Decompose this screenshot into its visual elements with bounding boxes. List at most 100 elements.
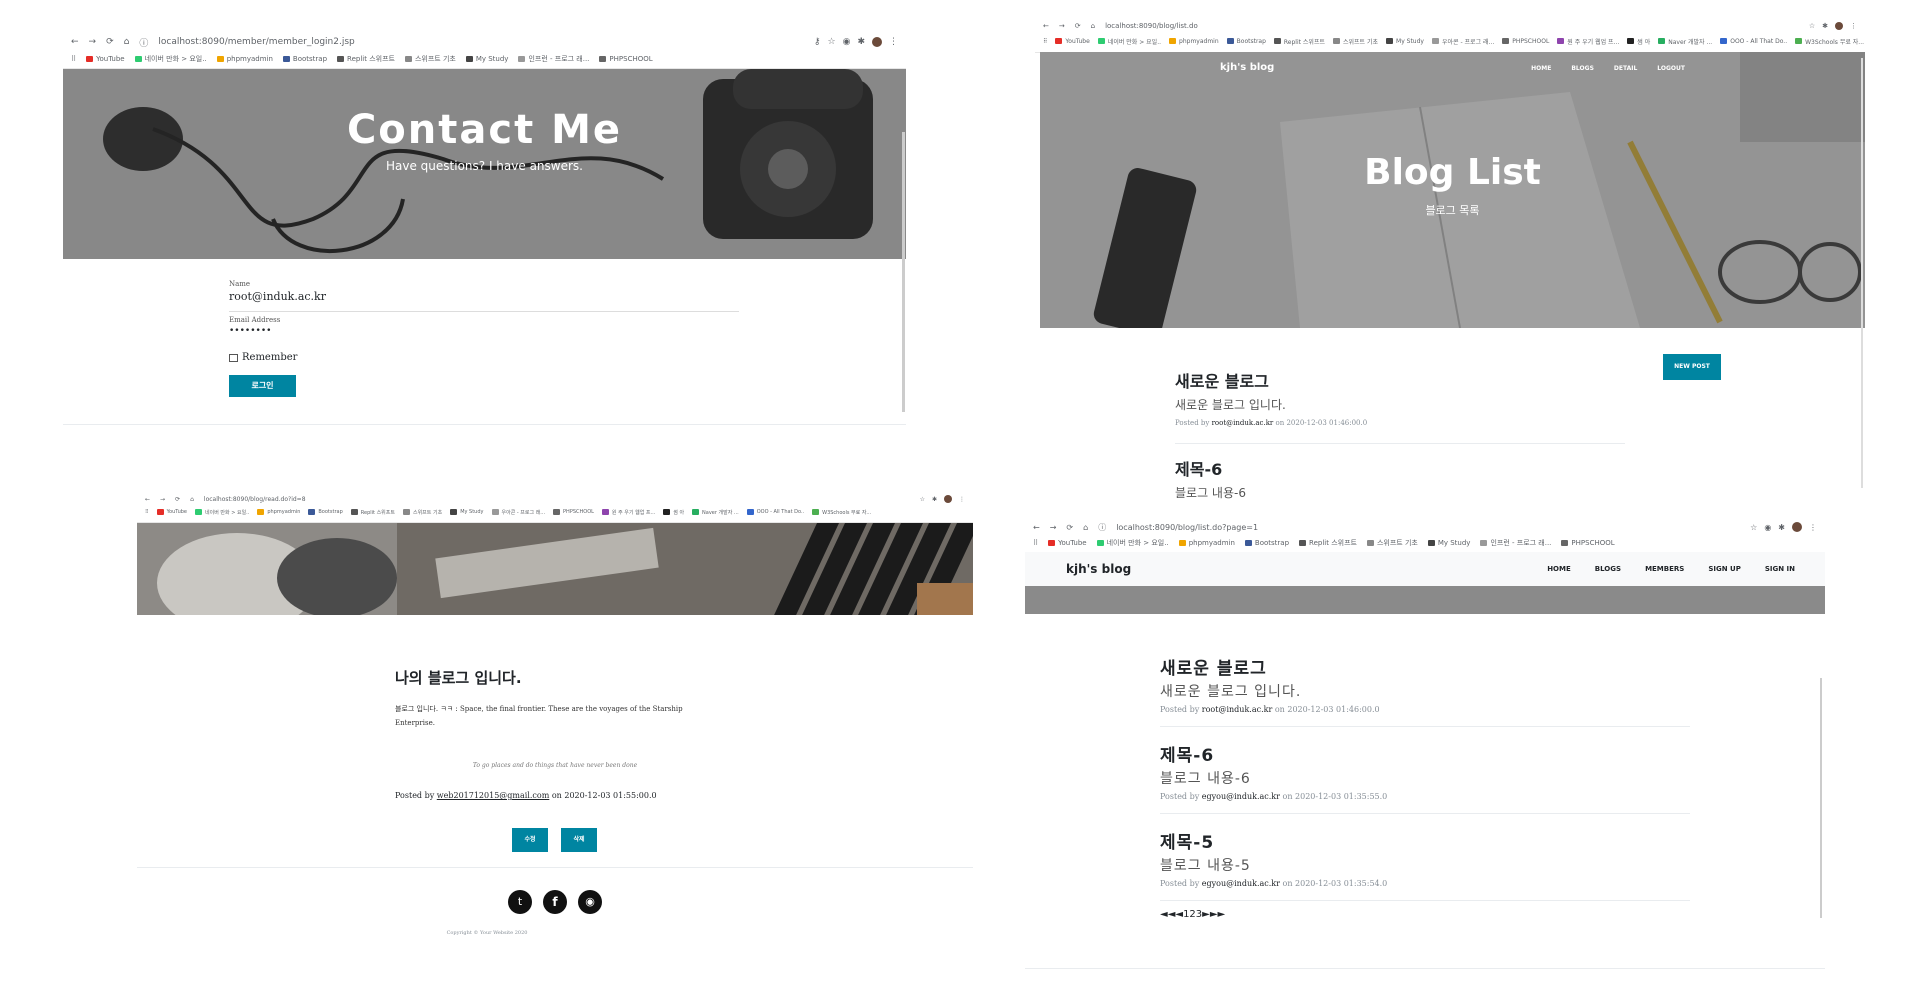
login-button[interactable]: 로그인 bbox=[229, 375, 296, 397]
menu-icon[interactable]: ⋮ bbox=[959, 496, 965, 503]
post-author[interactable]: egyou@induk.ac.kr bbox=[1202, 792, 1280, 801]
new-post-button[interactable]: NEW POST bbox=[1663, 354, 1721, 380]
bookmark-item[interactable]: Bootstrap bbox=[308, 509, 343, 515]
home-icon[interactable]: ⌂ bbox=[124, 37, 130, 47]
nav-members[interactable]: MEMBERS bbox=[1645, 565, 1684, 573]
address-bar[interactable]: localhost:8090/member/member_login2.jsp bbox=[158, 37, 804, 47]
bookmark-item[interactable]: 네이버 만화 > 요일.. bbox=[1097, 37, 1161, 46]
bookmark-item[interactable]: 인프런 - 프로그 래... bbox=[518, 54, 589, 64]
scrollbar[interactable] bbox=[1820, 678, 1822, 918]
key-icon[interactable]: ⚷ bbox=[814, 37, 821, 47]
remember-checkbox[interactable] bbox=[229, 353, 238, 362]
nav-sign-in[interactable]: SIGN IN bbox=[1765, 565, 1795, 573]
bookmark-item[interactable]: Replit 스위프트 bbox=[350, 509, 395, 516]
bookmark-item[interactable]: 스위프트 기초 bbox=[402, 509, 442, 516]
bookmark-item[interactable]: 우아콘 - 프로그 래... bbox=[491, 509, 545, 516]
camera-icon[interactable]: ◉ bbox=[843, 37, 851, 47]
bookmark-item[interactable]: 인프런 - 프로그 래... bbox=[1480, 538, 1551, 548]
home-icon[interactable]: ⌂ bbox=[1083, 523, 1088, 532]
apps-icon[interactable]: ⠿ bbox=[145, 509, 149, 515]
extensions-icon[interactable]: ✱ bbox=[932, 496, 937, 503]
bookmark-item[interactable]: 스위프트 기초 bbox=[1332, 37, 1378, 46]
reload-icon[interactable]: ⟳ bbox=[1075, 22, 1081, 30]
extensions-icon[interactable]: ✱ bbox=[1778, 523, 1785, 532]
list-item[interactable]: 제목-5 블로그 내용-5 Posted by egyou@induk.ac.k… bbox=[1160, 828, 1690, 901]
nav-sign-up[interactable]: SIGN UP bbox=[1708, 565, 1741, 573]
menu-icon[interactable]: ⋮ bbox=[889, 37, 898, 47]
bookmark-item[interactable]: 스위프트 기초 bbox=[1366, 538, 1418, 548]
star-icon[interactable]: ☆ bbox=[828, 37, 836, 47]
bookmark-item[interactable]: 네이버 만화 > 요일.. bbox=[1096, 538, 1169, 548]
brand-logo[interactable]: kjh's blog bbox=[1066, 562, 1131, 576]
bookmark-item[interactable]: 네이버 만화 > 요일.. bbox=[134, 54, 207, 64]
avatar[interactable] bbox=[872, 37, 882, 47]
github-icon[interactable]: ◉ bbox=[578, 890, 602, 914]
edit-button[interactable]: 수정 bbox=[512, 828, 548, 852]
apps-icon[interactable]: ⠿ bbox=[1043, 38, 1047, 45]
bookmark-item[interactable]: 썸 아 bbox=[663, 509, 684, 516]
delete-button[interactable]: 삭제 bbox=[561, 828, 597, 852]
post-author[interactable]: egyou@induk.ac.kr bbox=[1202, 879, 1280, 888]
password-field[interactable]: •••••••• bbox=[229, 324, 739, 338]
post-author[interactable]: web201712015@gmail.com bbox=[437, 791, 550, 800]
apps-icon[interactable]: ⠿ bbox=[71, 55, 76, 63]
bookmark-item[interactable]: YouTube bbox=[156, 509, 187, 515]
menu-icon[interactable]: ⋮ bbox=[1809, 523, 1817, 532]
list-item[interactable]: 새로운 블로그 새로운 블로그 입니다. Posted by root@indu… bbox=[1175, 368, 1625, 444]
bookmark-item[interactable]: Bootstrap bbox=[1226, 38, 1266, 45]
bookmark-item[interactable]: YouTube bbox=[1048, 539, 1087, 547]
bookmark-item[interactable]: Bootstrap bbox=[282, 55, 327, 63]
reload-icon[interactable]: ⟳ bbox=[175, 496, 180, 503]
bookmark-item[interactable]: 썸 아 bbox=[1627, 37, 1650, 46]
scrollbar[interactable] bbox=[1861, 58, 1863, 488]
nav-blogs[interactable]: BLOGS bbox=[1595, 565, 1621, 573]
bookmark-item[interactable]: 스위프트 기초 bbox=[404, 54, 456, 64]
post-title[interactable]: 제목-6 bbox=[1175, 456, 1625, 480]
reload-icon[interactable]: ⟳ bbox=[106, 37, 114, 47]
bookmark-item[interactable]: 우아콘 - 프로그 래... bbox=[1431, 37, 1494, 46]
extensions-icon[interactable]: ✱ bbox=[857, 37, 865, 47]
bookmark-item[interactable]: W3Schools 무료 자... bbox=[1795, 37, 1864, 46]
bookmark-item[interactable]: PHPSCHOOL bbox=[1502, 38, 1549, 45]
bookmark-item[interactable]: OOO - All That Do.. bbox=[746, 509, 804, 515]
bookmark-item[interactable]: Naver 개발자 ... bbox=[692, 509, 739, 516]
menu-icon[interactable]: ⋮ bbox=[1850, 22, 1857, 30]
post-title[interactable]: 새로운 블로그 bbox=[1160, 654, 1690, 679]
bookmark-item[interactable]: Replit 스위프트 bbox=[1273, 37, 1325, 46]
list-item[interactable]: 새로운 블로그 새로운 블로그 입니다. Posted by root@indu… bbox=[1160, 654, 1690, 727]
bookmark-item[interactable]: 원 주 우기 웹업 프... bbox=[601, 509, 655, 516]
nav-home[interactable]: HOME bbox=[1547, 565, 1571, 573]
address-bar[interactable]: localhost:8090/blog/list.do bbox=[1105, 22, 1799, 30]
back-icon[interactable]: ← bbox=[71, 37, 79, 47]
star-icon[interactable]: ☆ bbox=[1809, 22, 1815, 30]
bookmark-item[interactable]: My Study bbox=[1386, 38, 1424, 45]
bookmark-item[interactable]: My Study bbox=[450, 509, 484, 515]
avatar[interactable] bbox=[944, 495, 952, 503]
forward-icon[interactable]: → bbox=[89, 37, 97, 47]
nav-detail[interactable]: DETAIL bbox=[1614, 65, 1637, 72]
nav-blogs[interactable]: BLOGS bbox=[1571, 65, 1594, 72]
forward-icon[interactable]: → bbox=[1059, 22, 1065, 30]
forward-icon[interactable]: → bbox=[160, 496, 165, 503]
bookmark-item[interactable]: 원 주 우기 웹업 프... bbox=[1557, 37, 1619, 46]
bookmark-item[interactable]: YouTube bbox=[1055, 38, 1090, 45]
brand-logo[interactable]: kjh's blog bbox=[1220, 62, 1274, 73]
home-icon[interactable]: ⌂ bbox=[1091, 22, 1095, 30]
nav-home[interactable]: HOME bbox=[1531, 65, 1551, 72]
address-bar[interactable]: localhost:8090/blog/read.do?id=8 bbox=[204, 496, 910, 503]
forward-icon[interactable]: → bbox=[1050, 523, 1057, 532]
bookmark-item[interactable]: OOO - All That Do.. bbox=[1720, 38, 1787, 45]
post-author[interactable]: root@induk.ac.kr bbox=[1212, 419, 1274, 427]
scrollbar[interactable] bbox=[902, 132, 905, 412]
list-item[interactable]: 제목-6 블로그 내용-6 Posted by egyou@induk.ac.k… bbox=[1160, 741, 1690, 814]
facebook-icon[interactable]: f bbox=[543, 890, 567, 914]
bookmark-item[interactable]: W3Schools 무료 자... bbox=[812, 509, 871, 516]
bookmark-item[interactable]: My Study bbox=[1427, 539, 1470, 547]
back-icon[interactable]: ← bbox=[145, 496, 150, 503]
bookmark-item[interactable]: phpmyadmin bbox=[216, 55, 273, 63]
back-icon[interactable]: ← bbox=[1043, 22, 1049, 30]
nav-logout[interactable]: LOGOUT bbox=[1657, 65, 1685, 72]
bookmark-item[interactable]: YouTube bbox=[86, 55, 125, 63]
post-title[interactable]: 새로운 블로그 bbox=[1175, 368, 1625, 392]
address-bar[interactable]: localhost:8090/blog/list.do?page=1 bbox=[1116, 523, 1740, 532]
